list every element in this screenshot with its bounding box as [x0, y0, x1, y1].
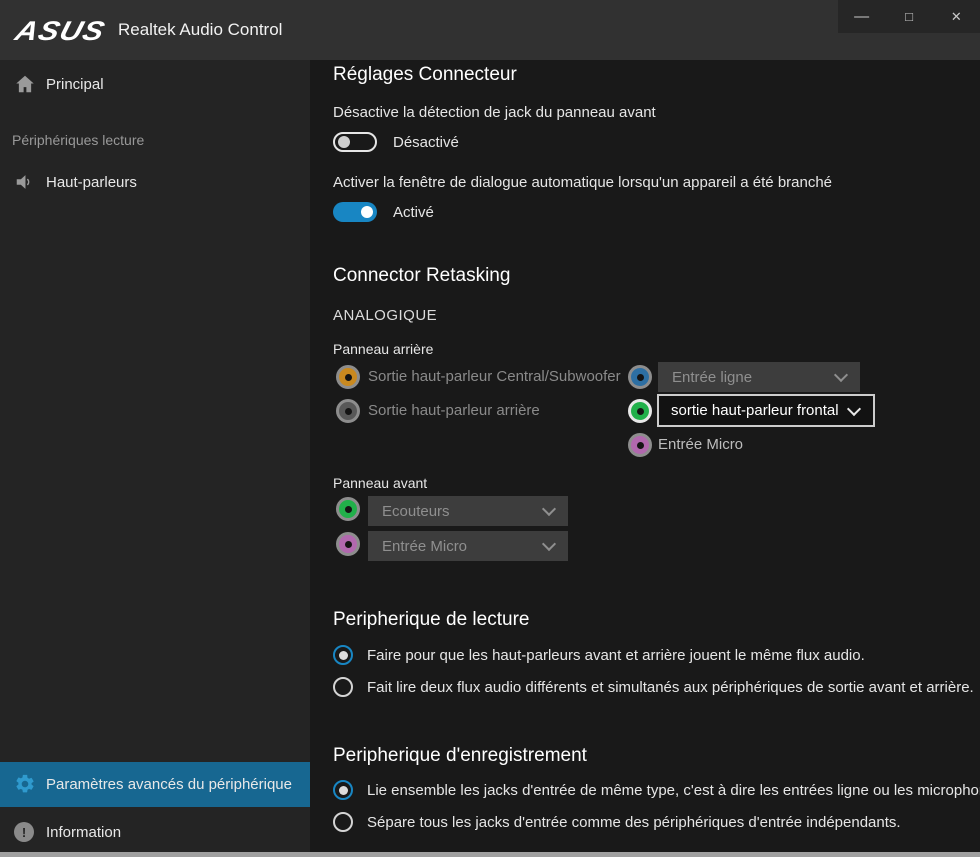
sidebar-item-label: Haut-parleurs — [46, 160, 137, 205]
radio-separate-jacks[interactable] — [333, 812, 353, 832]
toggle-knob — [361, 206, 373, 218]
window-controls: — □ ✕ — [838, 0, 980, 33]
front-panel-row-2: Entrée Micro — [310, 531, 980, 557]
chevron-down-icon — [542, 537, 556, 551]
sidebar-item-information[interactable]: ! Information — [0, 810, 310, 855]
sidebar-item-label: Paramètres avancés du périphérique — [46, 762, 292, 807]
app-window: ASUS Realtek Audio Control — □ ✕ Princip… — [0, 0, 980, 857]
jack-icon-gray — [336, 399, 360, 423]
rear-panel-row-2: Sortie haut-parleur arrière sortie haut-… — [310, 398, 980, 424]
jack-label: Sortie haut-parleur Central/Subwoofer — [368, 368, 621, 385]
sidebar-item-haut-parleurs[interactable]: Haut-parleurs — [0, 160, 310, 205]
section-title-reglages-connecteur: Réglages Connecteur — [333, 64, 517, 86]
rear-panel-row-1: Sortie haut-parleur Central/Subwoofer En… — [310, 364, 980, 390]
radio-two-streams[interactable] — [333, 677, 353, 697]
toggle-row-auto-dialog: Activé — [333, 201, 434, 223]
dropdown-value: Entrée ligne — [672, 369, 752, 386]
playback-option-1: Faire pour que les haut-parleurs avant e… — [333, 644, 980, 666]
gear-icon — [14, 773, 36, 795]
toggle-label-auto-dialog: Activer la fenêtre de dialogue automatiq… — [333, 174, 832, 191]
dropdown-value: sortie haut-parleur frontal — [671, 402, 839, 419]
section-title-connector-retasking: Connector Retasking — [333, 265, 510, 287]
rear-line-in-dropdown[interactable]: Entrée ligne — [658, 362, 860, 392]
radio-link-jacks[interactable] — [333, 780, 353, 800]
sidebar: Principal Périphériques lecture Haut-par… — [0, 60, 310, 857]
jack-icon-blue — [628, 365, 652, 389]
close-button[interactable]: ✕ — [933, 0, 980, 33]
jack-label: Sortie haut-parleur arrière — [368, 402, 540, 419]
asus-logo: ASUS — [12, 16, 109, 47]
auto-dialog-toggle[interactable] — [333, 202, 377, 222]
sidebar-item-principal[interactable]: Principal — [0, 62, 310, 107]
chevron-down-icon — [847, 401, 861, 415]
radio-label: Faire pour que les haut-parleurs avant e… — [367, 647, 865, 664]
jack-icon-orange — [336, 365, 360, 389]
toggle-state-label: Désactivé — [393, 134, 459, 151]
toggle-state-label: Activé — [393, 204, 434, 221]
sidebar-item-label: Principal — [46, 62, 104, 107]
section-title-peripherique-enregistrement: Peripherique d'enregistrement — [333, 745, 587, 767]
chevron-down-icon — [834, 368, 848, 382]
toggle-row-jack-detection: Désactivé — [333, 131, 459, 153]
dropdown-value: Entrée Micro — [382, 538, 467, 555]
sidebar-item-parametres-avances[interactable]: Paramètres avancés du périphérique — [0, 762, 310, 807]
recording-option-2: Sépare tous les jacks d'entrée comme des… — [333, 811, 980, 833]
toggle-label-jack-detection: Désactive la détection de jack du pannea… — [333, 104, 656, 121]
dropdown-value: Ecouteurs — [382, 503, 450, 520]
title-bar: ASUS Realtek Audio Control — □ ✕ — [0, 0, 980, 60]
subsection-analogique: ANALOGIQUE — [333, 307, 437, 324]
radio-label: Sépare tous les jacks d'entrée comme des… — [367, 814, 901, 831]
window-bottom-edge — [0, 852, 980, 857]
main-content: Réglages Connecteur Désactive la détecti… — [310, 60, 980, 857]
jack-icon-green — [628, 399, 652, 423]
info-icon: ! — [14, 822, 34, 842]
jack-icon-pink — [628, 433, 652, 457]
jack-icon-pink — [336, 532, 360, 556]
jack-icon-green — [336, 497, 360, 521]
radio-label: Fait lire deux flux audio différents et … — [367, 679, 974, 696]
sidebar-item-label: Information — [46, 810, 121, 855]
sidebar-section-label: Périphériques lecture — [12, 132, 144, 148]
rear-panel-row-3: Entrée Micro — [310, 432, 980, 458]
app-title: Realtek Audio Control — [118, 0, 282, 60]
front-panel-row-1: Ecouteurs — [310, 496, 980, 522]
toggle-knob — [338, 136, 350, 148]
section-title-peripherique-lecture: Peripherique de lecture — [333, 609, 529, 631]
maximize-button[interactable]: □ — [885, 0, 932, 33]
rear-front-speaker-dropdown[interactable]: sortie haut-parleur frontal — [657, 394, 875, 427]
minimize-button[interactable]: — — [838, 0, 885, 33]
radio-label: Lie ensemble les jacks d'entrée de même … — [367, 782, 980, 799]
rear-panel-label: Panneau arrière — [333, 341, 433, 357]
recording-option-1: Lie ensemble les jacks d'entrée de même … — [333, 779, 980, 801]
radio-same-stream[interactable] — [333, 645, 353, 665]
front-headphones-dropdown[interactable]: Ecouteurs — [368, 496, 568, 526]
home-icon — [14, 73, 36, 95]
front-mic-dropdown[interactable]: Entrée Micro — [368, 531, 568, 561]
speaker-icon — [14, 171, 36, 193]
chevron-down-icon — [542, 502, 556, 516]
front-panel-label: Panneau avant — [333, 475, 427, 491]
playback-option-2: Fait lire deux flux audio différents et … — [333, 676, 980, 698]
jack-label: Entrée Micro — [658, 436, 743, 453]
jack-detection-toggle[interactable] — [333, 132, 377, 152]
